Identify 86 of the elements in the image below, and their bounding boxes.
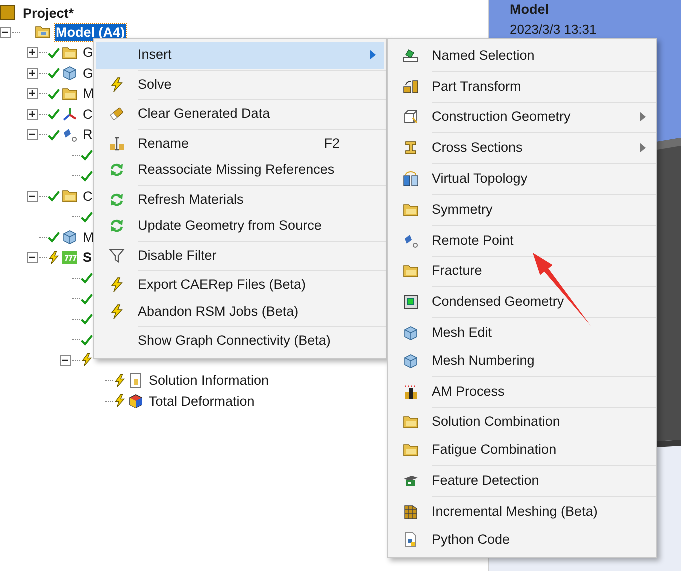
lightning-icon: [109, 76, 125, 93]
menu-item[interactable]: Update Geometry from Source: [96, 213, 384, 240]
remote-point-icon: [62, 126, 78, 143]
square-icon: [0, 5, 16, 21]
menu-item[interactable]: Fracture: [390, 258, 654, 286]
expand-icon[interactable]: [27, 108, 38, 120]
menu-item[interactable]: Clear Generated Data: [96, 101, 384, 128]
i-beam-icon: [403, 140, 419, 156]
menu-item[interactable]: Virtual Topology: [390, 165, 654, 193]
menu-item[interactable]: Construction Geometry: [390, 104, 654, 132]
menu-item[interactable]: Abandon RSM Jobs (Beta): [96, 298, 384, 325]
folder-icon: [403, 263, 419, 280]
tree-item[interactable]: Total Deformation: [148, 392, 256, 410]
solver-icon: [62, 250, 78, 266]
folder-icon: [403, 414, 419, 430]
tree-item[interactable]: G: [82, 44, 95, 62]
remote-point-icon: [403, 232, 419, 249]
tree-item[interactable]: M: [82, 228, 96, 246]
menu-item[interactable]: Remote Point: [390, 226, 654, 255]
lightning-icon: [109, 304, 125, 320]
cube-icon: [403, 352, 419, 369]
menu-item[interactable]: Show Graph Connectivity (Beta): [96, 328, 384, 354]
menu-item[interactable]: Named Selection: [390, 42, 654, 70]
menu-item[interactable]: Symmetry: [390, 196, 654, 224]
refresh-icon: [109, 162, 125, 178]
refresh-icon: [109, 218, 125, 234]
cube-icon: [403, 325, 419, 342]
tree-item[interactable]: C: [82, 188, 94, 205]
menu-item[interactable]: Solution Combination: [390, 408, 654, 436]
menu-item[interactable]: Condensed Geometry: [390, 288, 654, 316]
cube-icon: [128, 393, 144, 410]
folder-icon: [403, 442, 419, 458]
expand-icon[interactable]: [27, 88, 38, 100]
viewport-title: Model: [510, 1, 549, 19]
timestamp: 2023/3/3 13:31: [510, 21, 598, 40]
menu-item[interactable]: Solve: [96, 72, 384, 98]
tree-item[interactable]: C: [82, 106, 94, 123]
collapse-icon[interactable]: [0, 26, 11, 38]
filter-icon: [109, 248, 125, 264]
menu-item[interactable]: AM Process: [390, 378, 654, 406]
folder-icon: [62, 86, 78, 102]
cube-icon: [403, 109, 419, 126]
collapse-icon[interactable]: [27, 252, 38, 264]
collapse-icon[interactable]: [27, 129, 38, 140]
grid-icon: [403, 504, 419, 520]
folder-icon: [35, 24, 51, 40]
menu-item[interactable]: Insert: [96, 42, 384, 68]
menu-item[interactable]: Refresh Materials: [96, 186, 384, 213]
folder-icon: [62, 44, 78, 61]
tree-item[interactable]: S: [82, 249, 94, 266]
menu-item[interactable]: Disable Filter: [96, 242, 384, 269]
axes-icon: [62, 106, 78, 122]
collapse-icon[interactable]: [60, 354, 71, 366]
menu-item[interactable]: Export CAERep Files (Beta): [96, 272, 384, 298]
blocks-icon: [403, 78, 419, 95]
menu-item[interactable]: Mesh Numbering: [390, 346, 654, 375]
menu-item[interactable]: Reassociate Missing References: [96, 157, 384, 184]
tree-item[interactable]: M: [82, 85, 96, 102]
cube-icon: [62, 65, 78, 82]
folder-icon: [403, 202, 419, 218]
menu-item[interactable]: Python Code: [390, 526, 654, 554]
menu-item[interactable]: Part Transform: [390, 72, 654, 101]
lightning-icon: [109, 277, 125, 294]
menu-item[interactable]: Feature Detection: [390, 467, 654, 495]
expand-icon[interactable]: [27, 47, 38, 58]
folder-icon: [62, 188, 78, 204]
block-icon: [403, 384, 419, 400]
tree-item[interactable]: Solution Information: [148, 372, 270, 390]
menu-item[interactable]: Fatigue Combination: [390, 436, 654, 464]
selection-icon: [403, 48, 419, 64]
tree-item[interactable]: R: [82, 126, 94, 144]
document-icon: [128, 372, 144, 389]
tree-item[interactable]: Project*: [22, 4, 76, 22]
expand-icon[interactable]: [27, 68, 38, 79]
document-icon: [403, 532, 419, 548]
text-cursor-icon: [109, 136, 125, 152]
menu-item[interactable]: Rename F2: [96, 130, 384, 157]
tree-item[interactable]: G: [82, 64, 95, 82]
frame-icon: [403, 294, 419, 310]
menu-item[interactable]: Cross Sections: [390, 134, 654, 162]
refresh-icon: [109, 192, 125, 208]
panels-icon: [403, 171, 419, 188]
menu-item[interactable]: Incremental Meshing (Beta): [390, 498, 654, 526]
cube-icon: [62, 229, 78, 246]
menu-item[interactable]: Mesh Edit: [390, 319, 654, 347]
collapse-icon[interactable]: [27, 190, 38, 202]
